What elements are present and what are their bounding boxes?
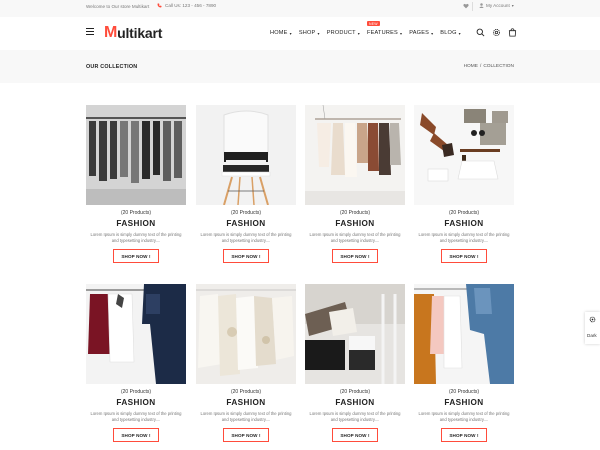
collection-card: (20 Products) FASHION Lorem Ipsum is sim… bbox=[414, 284, 514, 442]
collection-card: (20 Products) FASHION Lorem Ipsum is sim… bbox=[305, 105, 405, 263]
header-icons bbox=[476, 28, 517, 37]
main-header: Multikart HOME ▾ SHOP ▾ PRODUCT ▾ NEW FEATU… bbox=[0, 17, 600, 50]
my-account-menu[interactable]: My Account ▾ bbox=[479, 3, 514, 8]
nav-features[interactable]: NEW FEATURES ▾ bbox=[366, 21, 403, 36]
nav-home-label: HOME bbox=[270, 30, 288, 36]
page-title: OUR COLLECTION bbox=[86, 64, 138, 70]
main-nav: HOME ▾ SHOP ▾ PRODUCT ▾ NEW FEATURES ▾ PAGES… bbox=[270, 21, 461, 36]
collection-card: (20 Products) FASHION Lorem Ipsum is sim… bbox=[414, 105, 514, 263]
hamburger-menu-icon[interactable] bbox=[86, 28, 94, 36]
shop-now-button[interactable]: SHOP NOW ! bbox=[332, 428, 378, 442]
shop-now-button[interactable]: SHOP NOW ! bbox=[332, 249, 378, 263]
user-icon bbox=[479, 3, 484, 8]
collection-name[interactable]: FASHION bbox=[196, 398, 296, 407]
shop-now-button[interactable]: SHOP NOW ! bbox=[441, 249, 487, 263]
breadcrumb-home[interactable]: HOME bbox=[464, 64, 478, 69]
collection-description: Lorem Ipsum is simply dummy text of the … bbox=[200, 411, 292, 423]
collection-description: Lorem Ipsum is simply dummy text of the … bbox=[200, 232, 292, 244]
top-bar: Welcome to Our store Multikart Call Us: … bbox=[0, 0, 600, 17]
breadcrumb-current: COLLECTION bbox=[483, 64, 514, 69]
breadcrumb-separator: / bbox=[480, 64, 482, 69]
collection-description: Lorem Ipsum is simply dummy text of the … bbox=[90, 411, 182, 423]
collection-name[interactable]: FASHION bbox=[414, 398, 514, 407]
collection-card: (20 Products) FASHION Lorem Ipsum is sim… bbox=[86, 284, 186, 442]
chevron-down-icon: ▾ bbox=[458, 30, 461, 36]
collection-image[interactable] bbox=[305, 105, 405, 205]
collection-name[interactable]: FASHION bbox=[414, 219, 514, 228]
collection-card: (20 Products) FASHION Lorem Ipsum is sim… bbox=[196, 284, 296, 442]
nav-blog[interactable]: BLOG ▾ bbox=[440, 30, 461, 36]
chevron-down-icon: ▾ bbox=[400, 30, 403, 36]
collection-description: Lorem Ipsum is simply dummy text of the … bbox=[418, 232, 510, 244]
product-count: (20 Products) bbox=[339, 389, 370, 395]
phone-icon bbox=[157, 3, 162, 8]
nav-shop[interactable]: SHOP ▾ bbox=[299, 30, 320, 36]
product-count: (20 Products) bbox=[120, 210, 151, 216]
collection-name[interactable]: FASHION bbox=[86, 398, 186, 407]
collection-card: (20 Products) FASHION Lorem Ipsum is sim… bbox=[196, 105, 296, 263]
chevron-down-icon: ▾ bbox=[357, 30, 360, 36]
gear-icon[interactable] bbox=[492, 28, 501, 37]
collection-image[interactable] bbox=[86, 105, 186, 205]
call-text: Call Us: 123 - 456 - 7890 bbox=[165, 3, 217, 8]
new-badge: NEW bbox=[366, 21, 380, 26]
chevron-down-icon: ▾ bbox=[431, 30, 434, 36]
product-count: (20 Products) bbox=[339, 210, 370, 216]
my-account-label: My Account bbox=[486, 3, 510, 8]
collection-image[interactable] bbox=[196, 284, 296, 384]
collection-description: Lorem Ipsum is simply dummy text of the … bbox=[309, 411, 401, 423]
shop-now-button[interactable]: SHOP NOW ! bbox=[113, 249, 159, 263]
breadcrumb-section: OUR COLLECTION HOME / COLLECTION bbox=[0, 50, 600, 83]
nav-shop-label: SHOP bbox=[298, 30, 316, 36]
chevron-down-icon: ▾ bbox=[511, 3, 514, 8]
chevron-down-icon: ▾ bbox=[289, 30, 292, 36]
collection-card: (20 Products) FASHION Lorem Ipsum is sim… bbox=[86, 105, 186, 263]
shop-now-button[interactable]: SHOP NOW ! bbox=[223, 428, 269, 442]
product-count: (20 Products) bbox=[230, 389, 261, 395]
logo-initial: M bbox=[104, 24, 118, 41]
collection-description: Lorem Ipsum is simply dummy text of the … bbox=[418, 411, 510, 423]
collection-name[interactable]: FASHION bbox=[86, 219, 186, 228]
product-count: (20 Products) bbox=[230, 210, 261, 216]
nav-blog-label: BLOG bbox=[440, 30, 457, 36]
chevron-down-icon: ▾ bbox=[317, 30, 320, 36]
cart-icon[interactable] bbox=[508, 28, 517, 37]
nav-pages-label: PAGES bbox=[409, 30, 430, 36]
collection-image[interactable] bbox=[414, 284, 514, 384]
collection-image[interactable] bbox=[196, 105, 296, 205]
call-info: Call Us: 123 - 456 - 7890 bbox=[157, 3, 216, 8]
collection-description: Lorem Ipsum is simply dummy text of the … bbox=[90, 232, 182, 244]
product-count: (20 Products) bbox=[448, 389, 479, 395]
product-count: (20 Products) bbox=[448, 210, 479, 216]
collection-name[interactable]: FASHION bbox=[305, 219, 405, 228]
logo-rest: ultikart bbox=[117, 25, 163, 41]
welcome-text: Welcome to Our store Multikart bbox=[86, 4, 150, 9]
shop-now-button[interactable]: SHOP NOW ! bbox=[441, 428, 487, 442]
topbar-divider bbox=[472, 2, 473, 11]
nav-product[interactable]: PRODUCT ▾ bbox=[327, 30, 360, 36]
heart-icon[interactable] bbox=[463, 3, 469, 9]
nav-product-label: PRODUCT bbox=[326, 30, 356, 36]
nav-pages[interactable]: PAGES ▾ bbox=[409, 30, 433, 36]
product-count: (20 Products) bbox=[120, 389, 151, 395]
nav-features-label: FEATURES bbox=[366, 30, 398, 36]
shop-now-button[interactable]: SHOP NOW ! bbox=[113, 428, 159, 442]
logo[interactable]: Multikart bbox=[104, 24, 162, 42]
search-icon[interactable] bbox=[476, 28, 485, 37]
nav-home[interactable]: HOME ▾ bbox=[270, 30, 292, 36]
theme-settings-tab[interactable]: Dark bbox=[585, 312, 600, 344]
gear-icon[interactable] bbox=[589, 316, 596, 323]
collection-image[interactable] bbox=[86, 284, 186, 384]
collection-image[interactable] bbox=[414, 105, 514, 205]
shop-now-button[interactable]: SHOP NOW ! bbox=[223, 249, 269, 263]
collection-name[interactable]: FASHION bbox=[305, 398, 405, 407]
collection-name[interactable]: FASHION bbox=[196, 219, 296, 228]
collection-image[interactable] bbox=[305, 284, 405, 384]
dark-mode-toggle[interactable]: Dark bbox=[587, 333, 597, 338]
collection-description: Lorem Ipsum is simply dummy text of the … bbox=[309, 232, 401, 244]
collection-card: (20 Products) FASHION Lorem Ipsum is sim… bbox=[305, 284, 405, 442]
breadcrumb: HOME / COLLECTION bbox=[464, 64, 514, 69]
